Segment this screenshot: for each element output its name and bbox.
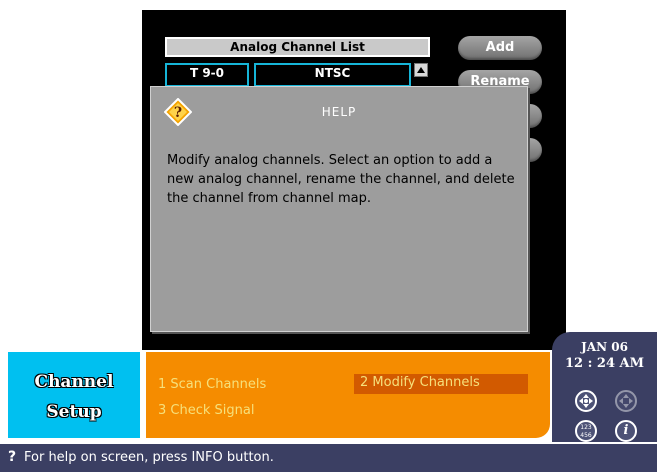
info-icon[interactable]: i bbox=[615, 420, 637, 442]
channel-format-cell[interactable]: NTSC bbox=[254, 63, 411, 87]
menu-item-check-signal[interactable]: 3 Check Signal bbox=[158, 402, 254, 420]
menu-item-scan-channels[interactable]: 1 Scan Channels bbox=[158, 376, 266, 394]
menu-item-modify-channels[interactable]: 2 Modify Channels bbox=[354, 374, 528, 394]
navigation-pad-disabled-icon bbox=[615, 390, 637, 412]
status-bar: ? For help on screen, press INFO button. bbox=[0, 444, 657, 472]
help-question-icon: ? bbox=[8, 449, 17, 465]
navigation-pad-icon[interactable] bbox=[575, 390, 597, 412]
section-label-line2: Setup bbox=[46, 402, 102, 422]
number-pad-icon[interactable]: 123 456 bbox=[575, 420, 597, 442]
help-body: Modify analog channels. Select an option… bbox=[167, 153, 515, 206]
status-text: For help on screen, press INFO button. bbox=[24, 450, 274, 465]
channel-number-cell[interactable]: T 9-0 bbox=[165, 63, 249, 87]
scroll-up-icon[interactable] bbox=[414, 63, 428, 77]
section-label: Channel Setup bbox=[8, 352, 140, 438]
help-dialog: ? HELP Modify analog channels. Select an… bbox=[150, 86, 528, 332]
clock-panel: JAN 06 12 : 24 AM bbox=[552, 332, 657, 442]
add-button[interactable]: Add bbox=[458, 36, 542, 60]
time-display: 12 : 24 AM bbox=[564, 356, 645, 371]
channel-list-header: Analog Channel List bbox=[165, 37, 430, 57]
setup-menu: 1 Scan Channels 2 Modify Channels 3 Chec… bbox=[146, 352, 550, 438]
date-display: JAN 06 bbox=[581, 340, 628, 354]
help-title: HELP bbox=[321, 105, 357, 119]
section-label-line1: Channel bbox=[34, 372, 114, 392]
